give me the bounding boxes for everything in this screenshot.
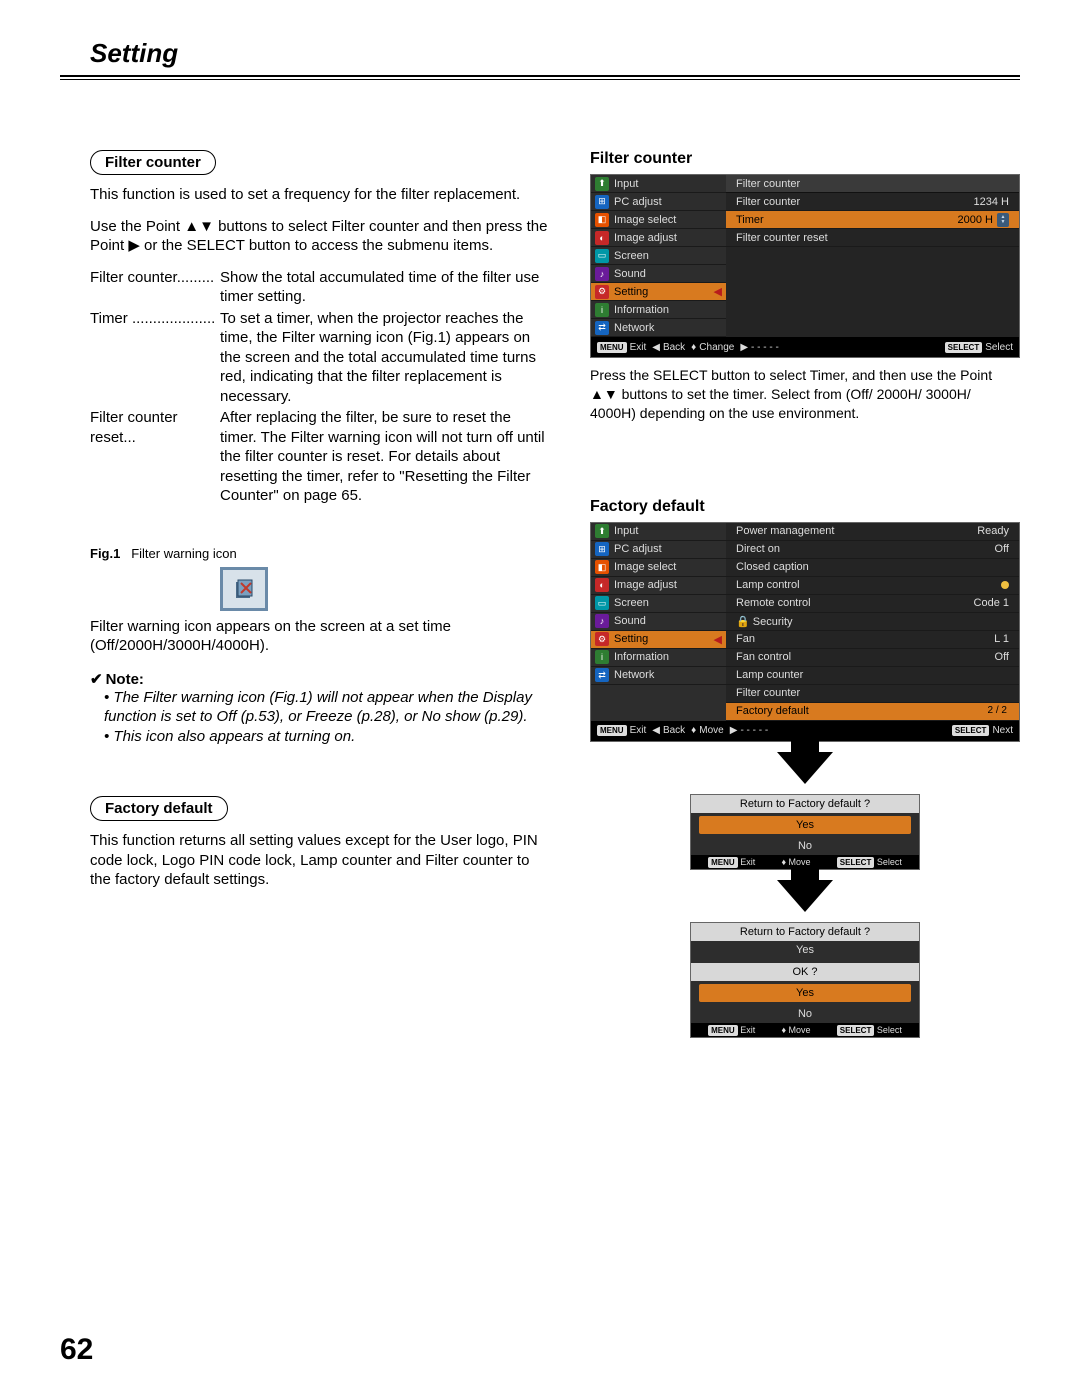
side-setting[interactable]: ⚙Setting◀ (591, 631, 726, 649)
def-reset: Filter counter reset... After replacing … (90, 408, 550, 506)
row-fan[interactable]: FanL 1 (726, 631, 1019, 649)
def-text: After replacing the filter, be sure to r… (220, 408, 550, 506)
row-lamp-counter[interactable]: Lamp counter (726, 667, 1019, 685)
fig1-text: Filter warning icon (131, 546, 237, 561)
pager: 2 / 2 (982, 704, 1013, 717)
factory-default-heading: Factory default (90, 796, 228, 821)
row-power-mgmt[interactable]: Power managementReady (726, 523, 1019, 541)
side-screen[interactable]: ▭Screen (591, 595, 726, 613)
page-number: 62 (60, 1333, 93, 1367)
osd-footer-2: MENUExit ◀ Back ♦ Move ▶ - - - - - SELEC… (591, 721, 1019, 741)
osd-filter-caption: Press the SELECT button to select Timer,… (590, 366, 1020, 423)
dialog-title: Return to Factory default ? (691, 795, 919, 813)
lock-icon: 🔒 (736, 616, 750, 628)
row-filter-counter[interactable]: Filter counter1234 H (726, 193, 1019, 211)
filter-counter-heading: Filter counter (90, 150, 216, 175)
osd-filter-title: Filter counter (590, 150, 1020, 168)
row-filter-reset[interactable]: Filter counter reset (726, 229, 1019, 247)
side-sound[interactable]: ♪Sound (591, 613, 726, 631)
dialog-no[interactable]: No (691, 837, 919, 855)
osd-side-menu: ⬆Input ⊞PC adjust ◧Image select ◐Image a… (591, 175, 726, 337)
row-remote-control[interactable]: Remote controlCode 1 (726, 595, 1019, 613)
filter-warning-icon (220, 567, 268, 611)
title-rule-thin (60, 79, 1020, 80)
side-information[interactable]: iInformation (591, 301, 726, 319)
side-image-adjust[interactable]: ◐Image adjust (591, 229, 726, 247)
side-network[interactable]: ⇄Network (591, 667, 726, 685)
dialog-confirm-2: Return to Factory default ? Yes OK ? Yes… (690, 922, 920, 1038)
side-network[interactable]: ⇄Network (591, 319, 726, 337)
side-screen[interactable]: ▭Screen (591, 247, 726, 265)
dialog-yes[interactable]: Yes (699, 984, 911, 1002)
def-text: Show the total accumulated time of the f… (220, 268, 550, 307)
page-title: Setting (90, 38, 1020, 69)
fig1-b: Fig.1 (90, 546, 120, 561)
def-filter-counter: Filter counter......... Show the total a… (90, 268, 550, 307)
lamp-dot-icon (1001, 581, 1009, 589)
arrow-down-icon (777, 880, 833, 912)
side-information[interactable]: iInformation (591, 649, 726, 667)
dialog-no[interactable]: No (691, 1005, 919, 1023)
def-label: Filter counter reset... (90, 408, 220, 506)
osd-filter-panel: ⬆Input ⊞PC adjust ◧Image select ◐Image a… (590, 174, 1020, 358)
row-filter-counter[interactable]: Filter counter (726, 685, 1019, 703)
osd-footer: MENUExit ◀ Back ♦ Change ▶ - - - - - SEL… (591, 337, 1019, 357)
title-rule-thick (60, 75, 1020, 77)
row-factory-default[interactable]: Factory default (726, 703, 1019, 721)
row-security[interactable]: 🔒 Security (726, 613, 1019, 631)
row-closed-caption[interactable]: Closed caption (726, 559, 1019, 577)
dialog-title: Return to Factory default ? (691, 923, 919, 941)
osd-right-head: Filter counter (726, 175, 1019, 193)
dialog-yes[interactable]: Yes (699, 816, 911, 834)
filter-usage: Use the Point ▲▼ buttons to select Filte… (90, 217, 550, 256)
side-input[interactable]: ⬆Input (591, 523, 726, 541)
side-image-adjust[interactable]: ◐Image adjust (591, 577, 726, 595)
def-label: Timer .................... (90, 309, 220, 407)
def-label: Filter counter......... (90, 268, 220, 307)
row-timer[interactable]: Timer 2000 H (726, 211, 1019, 229)
note-heading: Note: (90, 670, 550, 688)
def-text: To set a timer, when the projector reach… (220, 309, 550, 407)
arrow-down-icon (777, 752, 833, 784)
dialog-confirm-1: Return to Factory default ? Yes No MENU … (690, 794, 920, 870)
row-direct-on[interactable]: Direct onOff (726, 541, 1019, 559)
dialog-pre-yes: Yes (691, 941, 919, 959)
osd-side-menu-2: ⬆Input ⊞PC adjust ◧Image select ◐Image a… (591, 523, 726, 721)
row-fan-control[interactable]: Fan controlOff (726, 649, 1019, 667)
side-image-select[interactable]: ◧Image select (591, 211, 726, 229)
side-pc-adjust[interactable]: ⊞PC adjust (591, 541, 726, 559)
side-input[interactable]: ⬆Input (591, 175, 726, 193)
note-1: The Filter warning icon (Fig.1) will not… (104, 688, 550, 727)
osd-factory-title: Factory default (590, 498, 1020, 516)
factory-body: This function returns all setting values… (90, 831, 550, 890)
fig1-caption: Filter warning icon appears on the scree… (90, 617, 550, 656)
side-sound[interactable]: ♪Sound (591, 265, 726, 283)
fig1-label: Fig.1 Filter warning icon (90, 546, 550, 561)
spinner-icon[interactable] (997, 213, 1009, 227)
row-lamp-control[interactable]: Lamp control (726, 577, 1019, 595)
osd-factory-panel: ⬆Input ⊞PC adjust ◧Image select ◐Image a… (590, 522, 1020, 742)
filter-intro: This function is used to set a frequency… (90, 185, 550, 205)
def-timer: Timer .................... To set a time… (90, 309, 550, 407)
side-pc-adjust[interactable]: ⊞PC adjust (591, 193, 726, 211)
note-2: This icon also appears at turning on. (104, 727, 550, 747)
side-image-select[interactable]: ◧Image select (591, 559, 726, 577)
side-setting[interactable]: ⚙Setting◀ (591, 283, 726, 301)
dialog-ok: OK ? (691, 963, 919, 981)
